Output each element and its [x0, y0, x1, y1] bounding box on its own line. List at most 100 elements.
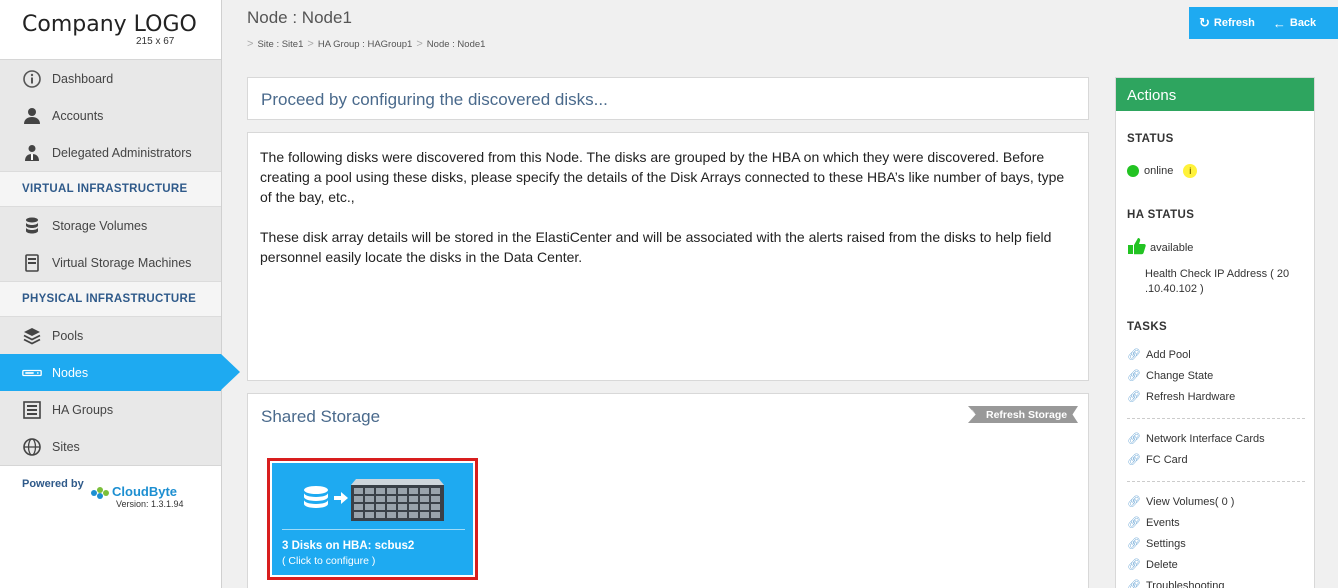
link-label: Delete	[1146, 558, 1178, 571]
breadcrumb-separator: >	[416, 38, 423, 50]
logo-title: Company LOGO	[22, 12, 197, 37]
status-value: online	[1144, 165, 1174, 177]
refresh-icon: ↻	[1199, 15, 1210, 30]
sidebar-item-label: HA Groups	[52, 402, 114, 417]
sidebar-item-label: Accounts	[52, 108, 104, 123]
breadcrumb-item-ha-group[interactable]: HA Group : HAGroup1	[318, 39, 413, 50]
section-physical-infrastructure: PHYSICAL INFRASTRUCTURE	[0, 281, 221, 317]
link-icon: 🔗︎	[1127, 433, 1141, 445]
link-icon: 🔗︎	[1127, 496, 1141, 508]
breadcrumb-item-node: Node : Node1	[426, 38, 486, 50]
disk-card-subtitle: ( Click to configure )	[282, 555, 376, 567]
sidebar-item-label: Dashboard	[52, 71, 114, 86]
back-label: Back	[1289, 17, 1317, 29]
sidebar-item-ha-groups[interactable]: HA Groups	[0, 391, 221, 428]
link-icon: 🔗︎	[1127, 517, 1141, 529]
description-panel: The following disks were discovered from…	[247, 132, 1089, 381]
view-volumes-link[interactable]: 🔗︎ View Volumes( 0 )	[1127, 495, 1235, 509]
user-icon	[22, 106, 42, 126]
database-icon	[22, 216, 42, 236]
sidebar-item-accounts[interactable]: Accounts	[0, 97, 221, 134]
brand-version: Version: 1.3.1.94	[116, 499, 184, 509]
fc-card-link[interactable]: 🔗︎ FC Card	[1127, 453, 1188, 467]
section-virtual-infrastructure: VIRTUAL INFRASTRUCTURE	[0, 171, 221, 207]
sidebar-item-label: Sites	[52, 439, 80, 454]
brand-name: CloudByte	[112, 484, 177, 499]
refresh-storage-button[interactable]: Refresh Storage	[968, 406, 1078, 423]
actions-title: Actions	[1116, 78, 1314, 111]
network-interface-cards-link[interactable]: 🔗︎ Network Interface Cards	[1127, 432, 1265, 446]
sidebar-item-sites[interactable]: Sites	[0, 428, 221, 465]
refresh-hardware-link[interactable]: 🔗︎ Refresh Hardware	[1127, 390, 1235, 404]
link-label: Add Pool	[1146, 348, 1191, 361]
settings-link[interactable]: 🔗︎ Settings	[1127, 537, 1186, 551]
sidebar-item-pools[interactable]: Pools	[0, 317, 221, 354]
delete-link[interactable]: 🔗︎ Delete	[1127, 558, 1178, 572]
link-label: Change State	[1146, 369, 1214, 382]
link-label: Settings	[1146, 537, 1186, 550]
divider	[1127, 481, 1305, 482]
sidebar-item-nodes[interactable]: Nodes	[0, 354, 240, 391]
add-pool-link[interactable]: 🔗︎ Add Pool	[1127, 348, 1191, 362]
node-icon	[22, 363, 42, 383]
description-paragraph-2: These disk array details will be stored …	[260, 229, 1052, 265]
troubleshooting-link[interactable]: 🔗︎ Troubleshooting	[1127, 579, 1224, 588]
vsm-icon	[22, 253, 42, 273]
health-check-ip: Health Check IP Address ( 20 .10.40.102 …	[1145, 268, 1290, 295]
back-button[interactable]: ← Back	[1255, 16, 1316, 31]
link-icon: 🔗︎	[1127, 559, 1141, 571]
online-status-icon	[1127, 165, 1139, 177]
arrow-right-icon	[334, 491, 348, 508]
link-label: Network Interface Cards	[1146, 432, 1265, 445]
divider	[1127, 418, 1305, 419]
sidebar-item-label: Storage Volumes	[52, 218, 148, 233]
admin-user-icon	[22, 143, 42, 163]
disk-stack-icon	[302, 485, 330, 516]
ha-status-value: available	[1150, 241, 1194, 254]
link-label: Events	[1146, 516, 1180, 529]
company-logo[interactable]: Company LOGO 215 x 67	[0, 0, 221, 60]
layers-icon	[22, 326, 42, 346]
sidebar-item-delegated-administrators[interactable]: Delegated Administrators	[0, 134, 221, 171]
logo-size: 215 x 67	[136, 36, 175, 47]
link-icon: 🔗︎	[1127, 580, 1141, 588]
page-title: Node : Node1	[247, 8, 352, 27]
link-label: FC Card	[1146, 453, 1188, 466]
sidebar-item-label: Virtual Storage Machines	[52, 255, 192, 270]
events-link[interactable]: 🔗︎ Events	[1127, 516, 1180, 530]
back-arrow-icon: ←	[1272, 15, 1286, 31]
actions-panel: Actions STATUS online i HA STATUS availa…	[1115, 77, 1315, 588]
status-heading: STATUS	[1127, 133, 1174, 145]
refresh-storage-label: Refresh Storage	[986, 408, 1068, 421]
sidebar-item-virtual-storage-machines[interactable]: Virtual Storage Machines	[0, 244, 221, 281]
disk-group-card[interactable]: 3 Disks on HBA: scbus2 ( Click to config…	[267, 458, 478, 580]
link-icon: 🔗︎	[1127, 370, 1141, 382]
link-icon: 🔗︎	[1127, 349, 1141, 361]
header-button-bar: ↻ Refresh ← Back	[1189, 7, 1338, 39]
refresh-label: Refresh	[1213, 17, 1255, 29]
breadcrumb-separator: >	[307, 38, 314, 50]
disk-card-body: 3 Disks on HBA: scbus2 ( Click to config…	[272, 463, 473, 575]
sidebar: Company LOGO 215 x 67 Dashboard Accounts…	[0, 0, 240, 588]
breadcrumb-separator: >	[247, 38, 254, 50]
shared-storage-title: Shared Storage	[261, 407, 381, 426]
disk-card-title: 3 Disks on HBA: scbus2	[282, 540, 415, 552]
breadcrumb-item-site[interactable]: Site : Site1	[257, 39, 303, 50]
powered-by-area: Powered by CloudByte Version: 1.3.1.94	[0, 465, 221, 588]
link-icon: 🔗︎	[1127, 538, 1141, 550]
info-icon[interactable]: i	[1183, 164, 1198, 178]
proceed-panel: Proceed by configuring the discovered di…	[247, 77, 1089, 120]
sidebar-item-storage-volumes[interactable]: Storage Volumes	[0, 207, 221, 244]
link-icon: 🔗︎	[1127, 454, 1141, 466]
proceed-title: Proceed by configuring the discovered di…	[261, 90, 608, 109]
sidebar-item-dashboard[interactable]: Dashboard	[0, 60, 221, 97]
tasks-heading: TASKS	[1127, 321, 1168, 333]
link-label: View Volumes( 0 )	[1146, 495, 1235, 508]
globe-icon	[22, 437, 42, 457]
refresh-button[interactable]: ↻ Refresh	[1189, 15, 1255, 31]
disk-card-divider	[282, 529, 465, 530]
disk-array-icon	[350, 477, 445, 526]
link-label: Troubleshooting	[1146, 579, 1225, 588]
change-state-link[interactable]: 🔗︎ Change State	[1127, 369, 1214, 383]
sidebar-item-label: Nodes	[52, 365, 89, 380]
